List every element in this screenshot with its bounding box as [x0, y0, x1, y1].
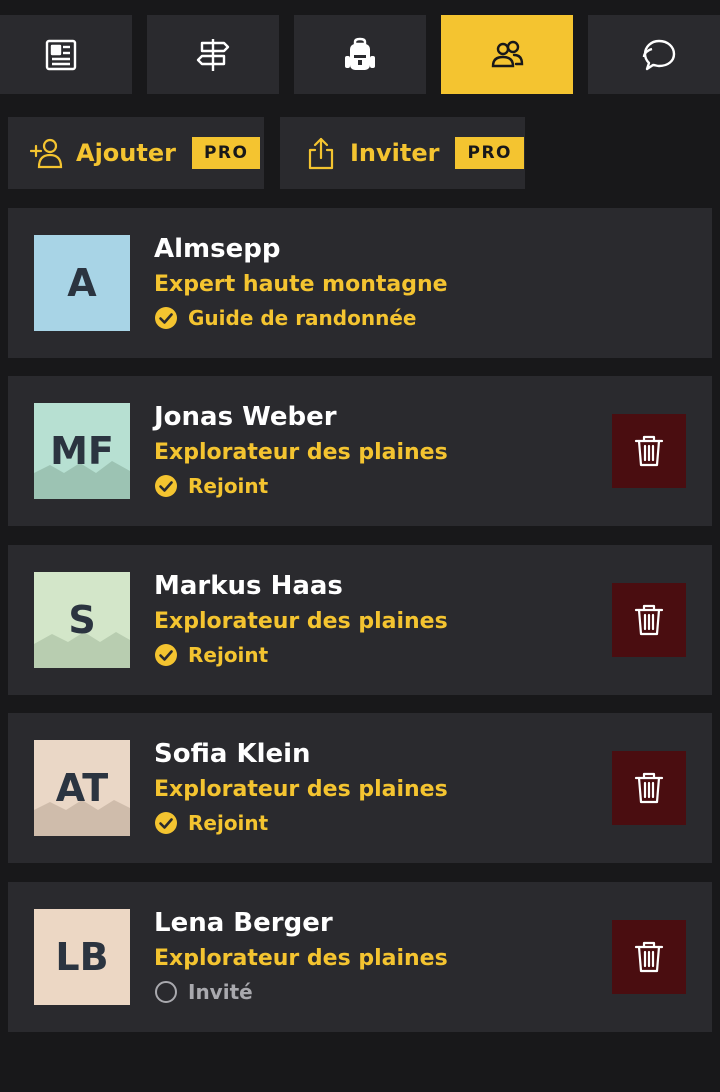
status-text: Rejoint: [188, 474, 269, 498]
member-status: Rejoint: [154, 811, 268, 835]
tab-news[interactable]: [0, 15, 132, 94]
avatar: S: [34, 572, 130, 668]
add-member-button[interactable]: Ajouter PRO: [8, 117, 264, 189]
group-icon: [491, 40, 524, 67]
member-card[interactable]: S Markus Haas Explorateur des plaines Re…: [8, 545, 712, 695]
member-card[interactable]: LB Lena Berger Explorateur des plaines I…: [8, 882, 712, 1032]
status-text: Rejoint: [188, 811, 269, 835]
avatar-initials: MF: [50, 429, 114, 473]
check-circle-icon: [155, 644, 177, 666]
check-circle-icon: [155, 812, 177, 834]
chat-bubbles-icon: [642, 39, 676, 70]
avatar: A: [34, 235, 130, 331]
avatar-initials: AT: [55, 766, 109, 810]
member-role: Explorateur des plaines: [154, 946, 448, 971]
delete-member-button[interactable]: [612, 583, 686, 657]
member-status: Invité: [154, 980, 253, 1004]
member-name: Almsepp: [154, 234, 281, 264]
member-role: Explorateur des plaines: [154, 609, 448, 634]
avatar-initials: A: [67, 261, 97, 305]
avatar: MF: [34, 403, 130, 499]
trash-icon: [634, 772, 664, 804]
member-card[interactable]: A Almsepp Expert haute montagne Guide de…: [8, 208, 712, 358]
pro-badge: PRO: [455, 137, 524, 169]
member-name: Sofia Klein: [154, 739, 311, 769]
trash-icon: [634, 941, 664, 973]
member-card[interactable]: AT Sofia Klein Explorateur des plaines R…: [8, 713, 712, 863]
status-text: Invité: [188, 980, 253, 1004]
avatar: AT: [34, 740, 130, 836]
tab-routes[interactable]: [147, 15, 279, 94]
tab-members[interactable]: [441, 15, 573, 94]
invite-label: Inviter: [350, 139, 440, 167]
member-card[interactable]: MF Jonas Weber Explorateur des plaines R…: [8, 376, 712, 526]
tab-gear[interactable]: [294, 15, 426, 94]
avatar-initials: LB: [55, 935, 109, 979]
avatar-initials: S: [68, 598, 96, 642]
member-name: Jonas Weber: [154, 402, 337, 432]
check-circle-icon: [155, 475, 177, 497]
status-text: Rejoint: [188, 643, 269, 667]
add-person-icon: [30, 138, 63, 169]
member-name: Lena Berger: [154, 908, 333, 938]
member-name: Markus Haas: [154, 571, 343, 601]
member-status: Rejoint: [154, 643, 268, 667]
member-role: Explorateur des plaines: [154, 777, 448, 802]
trash-icon: [634, 435, 664, 467]
delete-member-button[interactable]: [612, 414, 686, 488]
invite-button[interactable]: Inviter PRO: [280, 117, 525, 189]
empty-circle-icon: [155, 981, 177, 1003]
delete-member-button[interactable]: [612, 751, 686, 825]
tab-chat[interactable]: [588, 15, 720, 94]
backpack-icon: [345, 37, 375, 70]
delete-member-button[interactable]: [612, 920, 686, 994]
member-status: Rejoint: [154, 474, 268, 498]
avatar: LB: [34, 909, 130, 1005]
newspaper-icon: [45, 39, 77, 70]
member-role: Expert haute montagne: [154, 272, 448, 297]
pro-badge: PRO: [191, 137, 261, 169]
add-member-label: Ajouter: [76, 139, 176, 167]
status-text: Guide de randonnée: [188, 306, 417, 330]
tab-bar: [0, 0, 720, 108]
share-icon: [308, 137, 334, 170]
signpost-icon: [196, 38, 230, 71]
trash-icon: [634, 604, 664, 636]
check-circle-icon: [155, 307, 177, 329]
member-status: Guide de randonnée: [154, 306, 416, 330]
member-role: Explorateur des plaines: [154, 440, 448, 465]
